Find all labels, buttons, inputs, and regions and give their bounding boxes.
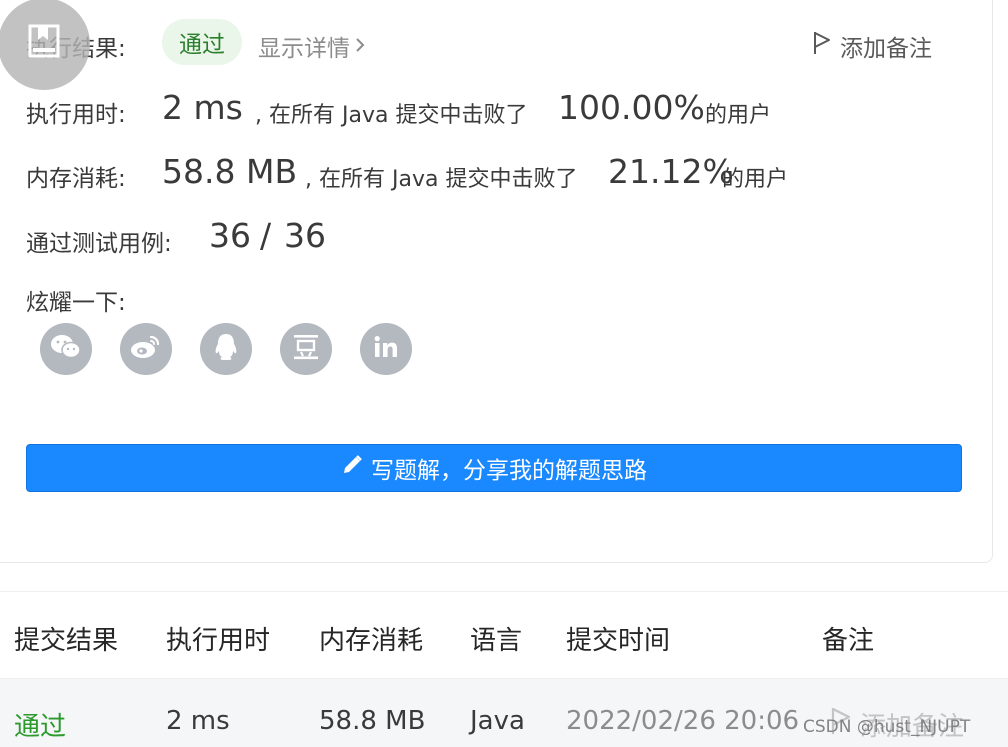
column-header-memory: 内存消耗	[319, 626, 424, 656]
row-time: 2022/02/26 20:06	[566, 706, 800, 736]
runtime-value: 2 ms	[162, 88, 243, 127]
weibo-icon	[130, 333, 162, 365]
share-linkedin-button[interactable]	[360, 323, 412, 375]
add-note-label: 添加备注	[840, 36, 932, 62]
linkedin-icon	[373, 335, 399, 363]
add-note-button[interactable]: 添加备注	[812, 29, 932, 63]
runtime-suffix: 的用户	[705, 103, 772, 128]
show-details-link[interactable]: 显示详情	[258, 29, 366, 63]
column-header-note: 备注	[822, 626, 875, 656]
pencil-icon	[341, 454, 363, 482]
tests-passed: 36	[209, 216, 251, 255]
column-header-status: 提交结果	[14, 626, 119, 656]
tests-separator: /	[260, 216, 272, 255]
wechat-icon	[50, 333, 82, 365]
douban-icon	[292, 333, 320, 365]
share-label: 炫耀一下:	[26, 290, 126, 316]
watermark: CSDN @hust_NJUPT	[803, 717, 971, 737]
runtime-percent: 100.00%	[558, 88, 705, 127]
row-runtime: 2 ms	[166, 706, 230, 736]
share-douban-button[interactable]	[280, 323, 332, 375]
qq-icon	[212, 332, 240, 366]
status-badge: 通过	[162, 19, 242, 65]
tests-label: 通过测试用例:	[26, 231, 172, 257]
share-wechat-button[interactable]	[40, 323, 92, 375]
row-memory: 58.8 MB	[319, 706, 426, 736]
runtime-beat-text: , 在所有 Java 提交中击败了	[255, 103, 528, 128]
memory-beat-text: , 在所有 Java 提交中击败了	[305, 167, 578, 192]
write-solution-button[interactable]: 写题解，分享我的解题思路	[26, 444, 962, 492]
column-header-time: 提交时间	[566, 626, 671, 656]
write-solution-label: 写题解，分享我的解题思路	[371, 458, 647, 484]
row-language: Java	[470, 706, 525, 736]
memory-percent: 21.12%	[608, 152, 734, 191]
memory-value: 58.8 MB	[162, 152, 298, 191]
bookmark-icon	[27, 24, 61, 64]
column-header-runtime: 执行用时	[166, 626, 271, 656]
flag-icon	[812, 30, 832, 62]
runtime-label: 执行用时:	[26, 102, 126, 128]
avatar[interactable]	[0, 0, 90, 90]
row-status-link[interactable]: 通过	[14, 706, 66, 743]
tests-total: 36	[284, 216, 326, 255]
share-qq-button[interactable]	[200, 323, 252, 375]
table-divider	[0, 591, 1008, 592]
share-weibo-button[interactable]	[120, 323, 172, 375]
memory-suffix: 的用户	[722, 167, 789, 192]
column-header-language: 语言	[470, 626, 523, 656]
memory-label: 内存消耗:	[26, 166, 126, 192]
chevron-right-icon	[354, 33, 366, 59]
show-details-label: 显示详情	[258, 36, 350, 62]
